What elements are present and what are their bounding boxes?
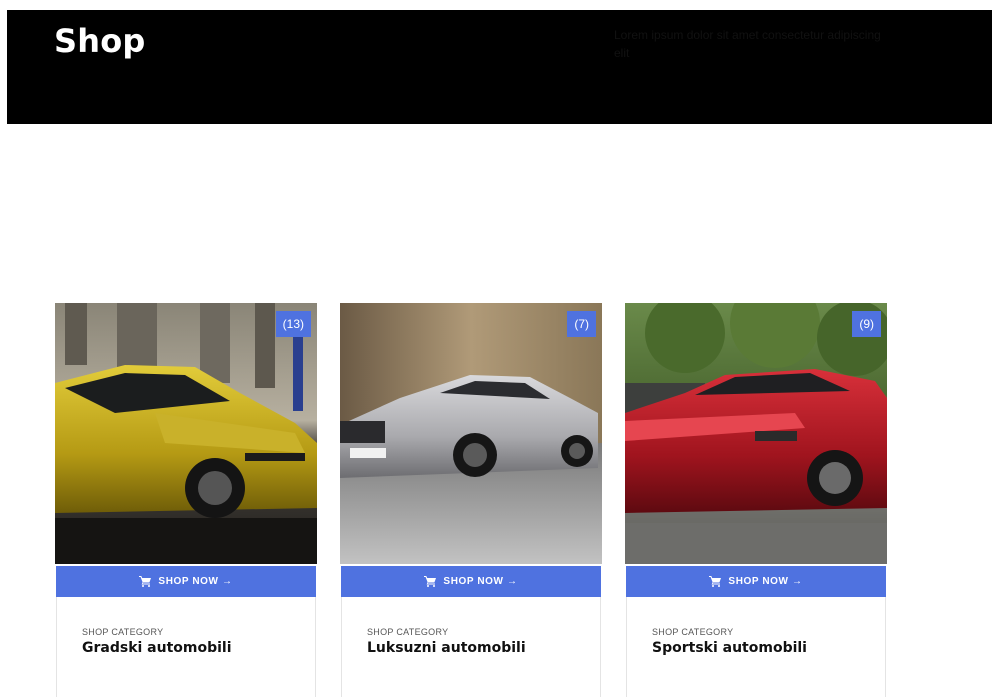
shopping-cart-icon [139,576,152,587]
shop-now-label: SHOP NOW → [158,576,233,587]
page-header-banner: Shop Lorem ipsum dolor sit amet consecte… [7,10,992,124]
silver-luxury-sedan-image [340,303,602,564]
shop-now-button[interactable]: SHOP NOW → [56,566,316,597]
page-description: Lorem ipsum dolor sit amet consectetur a… [614,28,881,60]
category-image[interactable]: (13) [55,303,317,564]
category-card-luksuzni: (7) SHOP NOW → SHOP CATEGORY Luksuzni au… [340,303,602,697]
category-label: SHOP CATEGORY [367,627,449,637]
yellow-hatchback-car-image [55,303,317,564]
shop-now-button[interactable]: SHOP NOW → [341,566,601,597]
category-card-sportski: (9) SHOP NOW → SHOP CATEGORY Sportski au… [625,303,887,697]
card-body: SHOP CATEGORY Luksuzni automobili [341,597,601,697]
shopping-cart-icon [424,576,437,587]
category-image[interactable]: (9) [625,303,887,564]
card-body: SHOP CATEGORY Gradski automobili [56,597,316,697]
shopping-cart-icon [709,576,722,587]
product-count-badge: (7) [567,311,596,337]
page-title: Shop [54,22,146,60]
shop-now-label: SHOP NOW → [728,576,803,587]
card-body: SHOP CATEGORY Sportski automobili [626,597,886,697]
red-sports-car-image [625,303,887,564]
category-image[interactable]: (7) [340,303,602,564]
shop-now-button[interactable]: SHOP NOW → [626,566,886,597]
category-label: SHOP CATEGORY [652,627,734,637]
category-name[interactable]: Sportski automobili [652,640,885,656]
category-name[interactable]: Luksuzni automobili [367,640,600,656]
product-count-badge: (9) [852,311,881,337]
shop-now-label: SHOP NOW → [443,576,518,587]
category-name[interactable]: Gradski automobili [82,640,315,656]
category-card-gradski: (13) SHOP NOW → SHOP CATEGORY Gradski au… [55,303,317,697]
product-count-badge: (13) [275,311,311,337]
category-label: SHOP CATEGORY [82,627,164,637]
